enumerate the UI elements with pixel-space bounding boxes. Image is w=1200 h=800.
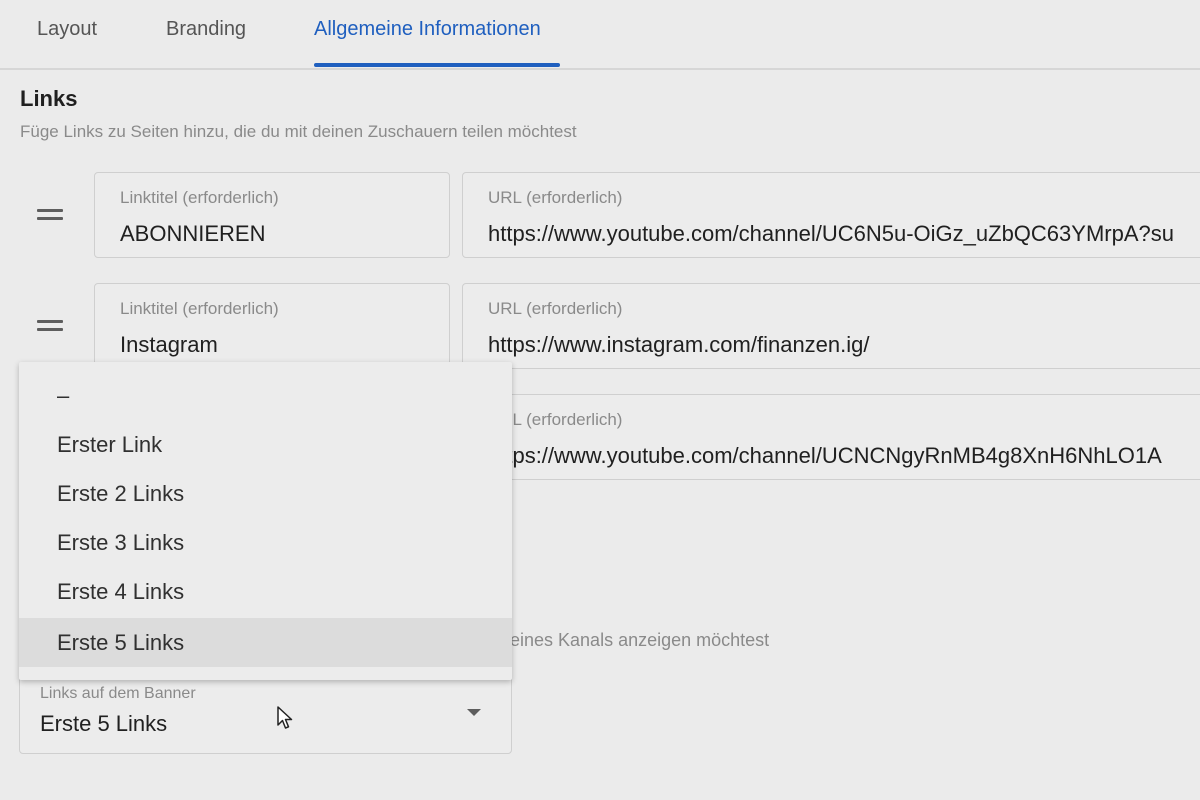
mouse-cursor-icon (277, 706, 293, 729)
tab-branding[interactable]: Branding (166, 18, 246, 41)
dropdown-option[interactable]: – (19, 371, 512, 420)
dropdown-option[interactable]: Erster Link (19, 420, 512, 469)
banner-links-select-value: Erste 5 Links (40, 711, 168, 736)
link-url-label: URL (erforderlich) (488, 299, 623, 318)
banner-links-select-label: Links auf dem Banner (40, 685, 196, 702)
link-url-value: https://www.instagram.com/finanzen.ig/ (488, 332, 870, 357)
link-title-label: Linktitel (erforderlich) (120, 188, 279, 207)
link-title-value: ABONNIEREN (120, 221, 266, 246)
link-url-field[interactable]: URL (erforderlich) https://www.youtube.c… (462, 172, 1200, 258)
link-title-label: Linktitel (erforderlich) (120, 299, 279, 318)
dropdown-option[interactable]: Erste 2 Links (19, 469, 512, 518)
banner-links-dropdown-menu: – Erster Link Erste 2 Links Erste 3 Link… (19, 362, 512, 680)
link-url-field[interactable]: URL (erforderlich) https://www.instagram… (462, 283, 1200, 369)
dropdown-arrow-icon[interactable] (467, 709, 481, 716)
banner-links-select[interactable]: Links auf dem Banner Erste 5 Links (19, 676, 512, 754)
links-section-title: Links (20, 86, 78, 111)
tab-bar: Layout Branding Allgemeine Informationen (0, 0, 1200, 70)
dropdown-option[interactable]: Erste 3 Links (19, 518, 512, 567)
links-section-description: Füge Links zu Seiten hinzu, die du mit d… (20, 122, 577, 141)
link-url-value: https://www.youtube.com/channel/UCNCNgyR… (488, 443, 1162, 468)
dropdown-option-selected[interactable]: Erste 5 Links (19, 618, 512, 667)
link-title-value: Instagram (120, 332, 218, 357)
link-url-value: https://www.youtube.com/channel/UC6N5u-O… (488, 221, 1174, 246)
link-title-field[interactable]: Linktitel (erforderlich) Instagram (94, 283, 450, 369)
tab-layout[interactable]: Layout (37, 18, 97, 41)
tab-general-info[interactable]: Allgemeine Informationen (314, 18, 541, 41)
drag-handle-icon[interactable] (37, 320, 63, 334)
drag-handle-icon[interactable] (37, 209, 63, 223)
banner-section-description: eines Kanals anzeigen möchtest (510, 630, 770, 650)
link-url-label: URL (erforderlich) (488, 188, 623, 207)
dropdown-option[interactable]: Erste 4 Links (19, 567, 512, 616)
link-url-field[interactable]: URL (erforderlich) https://www.youtube.c… (462, 394, 1200, 480)
link-title-field[interactable]: Linktitel (erforderlich) ABONNIEREN (94, 172, 450, 258)
active-tab-indicator (314, 63, 560, 67)
